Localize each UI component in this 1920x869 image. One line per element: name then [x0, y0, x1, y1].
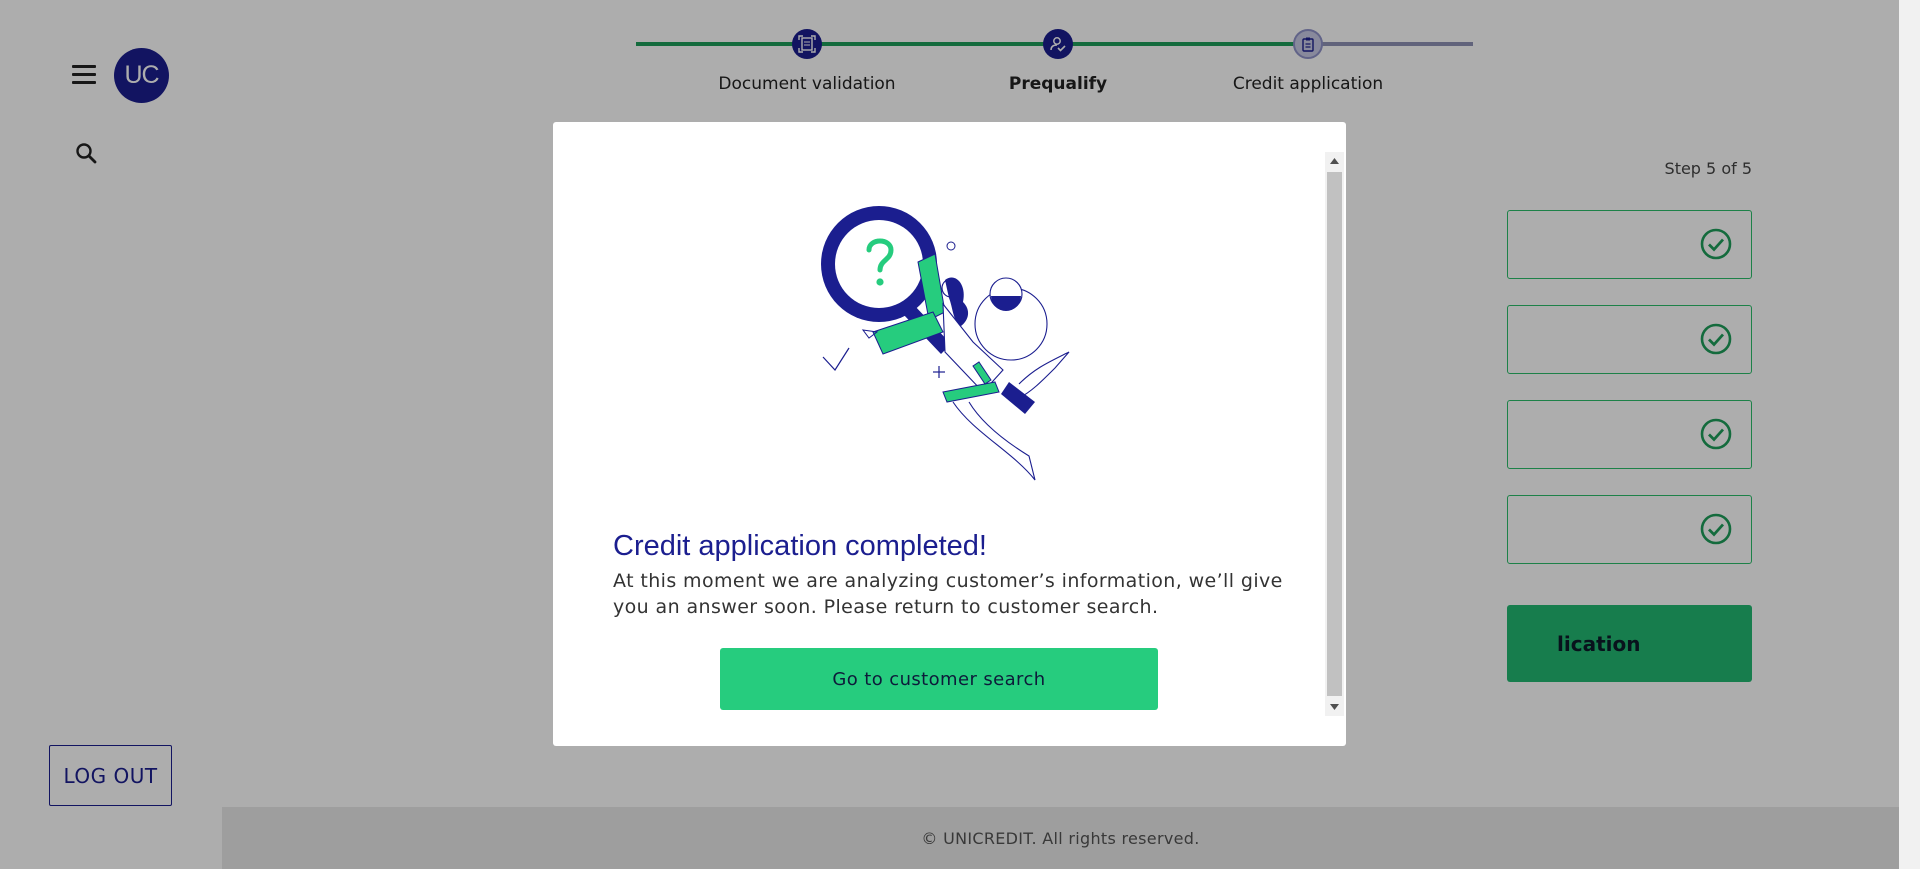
modal-message: At this moment we are analyzing customer… [613, 570, 1283, 618]
modal-scrollbar[interactable] [1325, 152, 1344, 716]
page-scrollbar-track[interactable] [1903, 0, 1916, 869]
scroll-up-arrow-icon[interactable] [1325, 152, 1344, 170]
success-modal: Credit application completed! At this mo… [553, 122, 1346, 746]
go-to-customer-search-button[interactable]: Go to customer search [720, 648, 1158, 710]
modal-title: Credit application completed! [613, 530, 987, 562]
modal-scrollbar-thumb[interactable] [1327, 172, 1342, 696]
modal-content: Credit application completed! At this mo… [553, 122, 1325, 746]
scroll-down-arrow-icon[interactable] [1325, 698, 1344, 716]
search-illustration [821, 206, 1070, 481]
page-scrollbar[interactable] [1899, 0, 1920, 869]
